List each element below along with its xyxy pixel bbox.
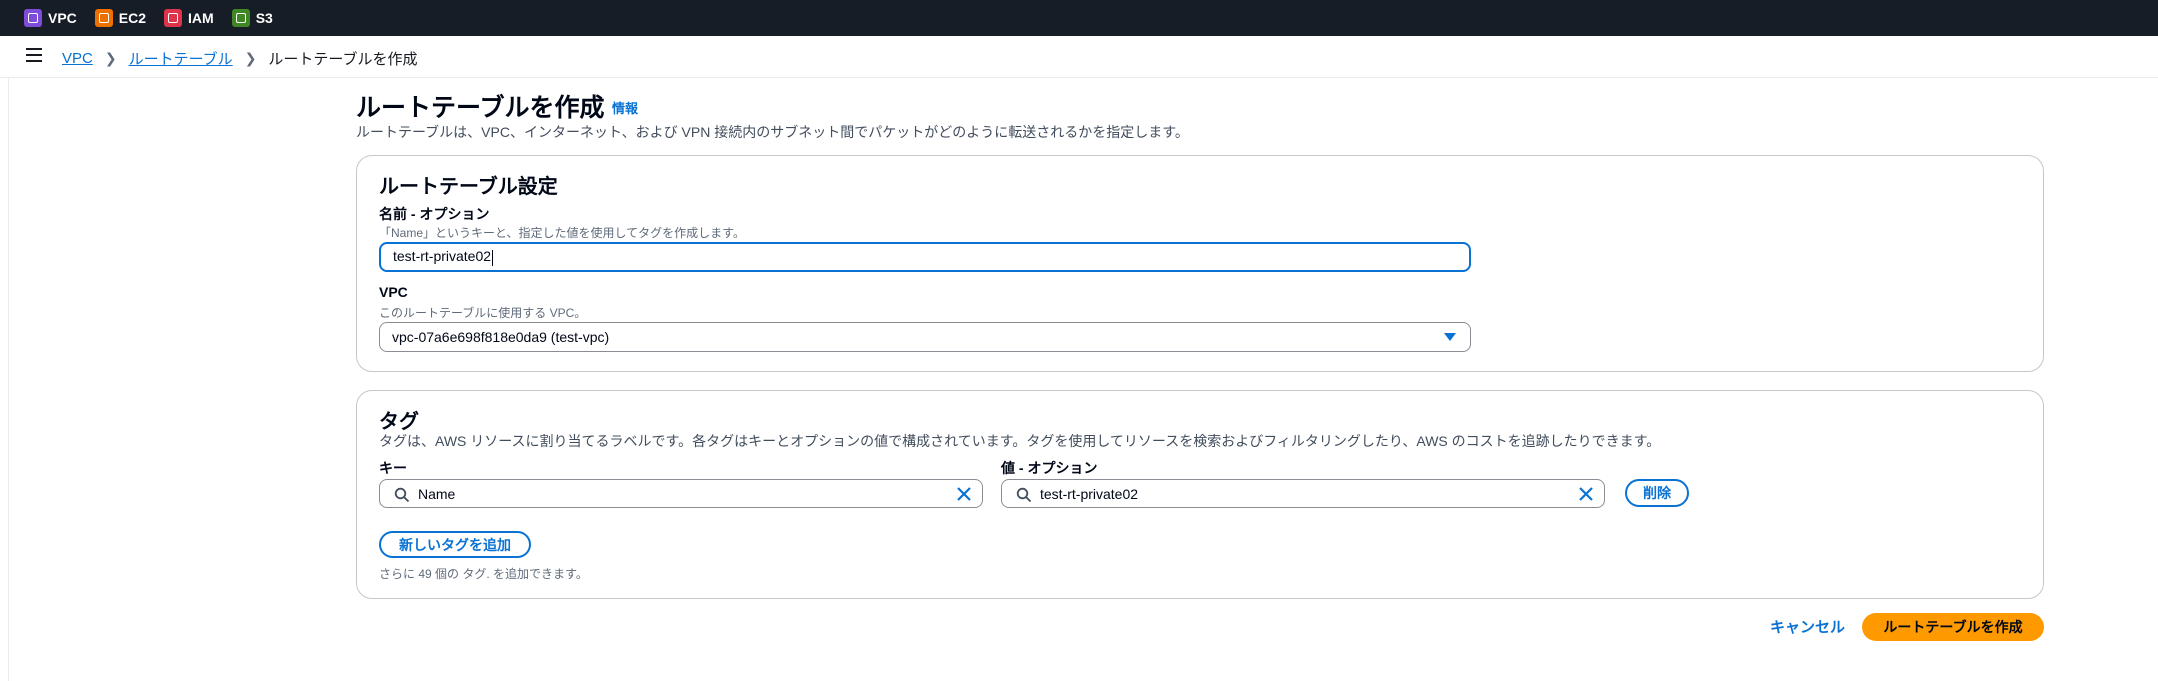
breadcrumb-route-tables-link[interactable]: ルートテーブル [129, 48, 233, 69]
search-icon [1016, 487, 1032, 503]
top-navigation-bar: VPC EC2 IAM S3 [0, 0, 2158, 36]
vpc-icon [24, 9, 42, 27]
service-shortcut-ec2[interactable]: EC2 [94, 9, 147, 27]
page-title: ルートテーブルを作成 [356, 94, 605, 122]
iam-icon [164, 9, 183, 27]
service-label: IAM [188, 10, 214, 26]
breadcrumb-vpc-link[interactable]: VPC [62, 50, 93, 67]
name-input-value: test-rt-private02 [393, 248, 492, 265]
clear-icon[interactable] [1578, 486, 1594, 502]
s3-icon [231, 9, 250, 27]
tags-panel: タグ タグは、AWS リソースに割り当てるラベルです。各タグはキーとオプションの… [356, 390, 2044, 599]
settings-panel-title: ルートテーブル設定 [379, 176, 558, 198]
service-label: VPC [48, 10, 77, 26]
tags-panel-title: タグ [379, 411, 419, 433]
name-field-hint: 「Name」というキーと、指定した値を使用してタグを作成します。 [379, 226, 745, 240]
tag-value-input[interactable]: test-rt-private02 [1001, 479, 1605, 508]
create-route-table-button[interactable]: ルートテーブルを作成 [1862, 613, 2044, 641]
tag-key-input[interactable]: Name [379, 479, 983, 508]
vpc-field-label: VPC [379, 284, 408, 300]
chevron-right-icon: ❯ [104, 50, 117, 66]
clear-icon[interactable] [956, 486, 972, 502]
cancel-button[interactable]: キャンセル [1770, 616, 1845, 637]
name-input[interactable]: test-rt-private02 [379, 242, 1471, 272]
search-icon [394, 487, 410, 503]
tags-description: タグは、AWS リソースに割り当てるラベルです。各タグはキーとオプションの値で構… [379, 433, 1661, 449]
chevron-right-icon: ❯ [244, 50, 257, 66]
service-shortcut-iam[interactable]: IAM [164, 9, 214, 27]
tag-key-label: キー [379, 460, 407, 476]
name-field-label: 名前 - オプション [379, 206, 490, 222]
vpc-select[interactable]: vpc-07a6e698f818e0da9 (test-vpc) [379, 322, 1471, 352]
tags-remaining-text: さらに 49 個の タグ. を追加できます。 [379, 567, 588, 581]
page-description: ルートテーブルは、VPC、インターネット、および VPN 接続内のサブネット間で… [356, 124, 1189, 140]
breadcrumb: VPC ❯ ルートテーブル ❯ ルートテーブルを作成 [62, 48, 418, 69]
ec2-icon [94, 9, 113, 27]
breadcrumb-bar: VPC ❯ ルートテーブル ❯ ルートテーブルを作成 [0, 36, 2158, 78]
route-table-settings-panel: ルートテーブル設定 名前 - オプション 「Name」というキーと、指定した値を… [356, 155, 2044, 372]
info-link[interactable]: 情報 [612, 98, 638, 117]
breadcrumb-current: ルートテーブルを作成 [268, 51, 418, 68]
caret-down-icon [1444, 333, 1456, 341]
side-divider [0, 78, 9, 681]
tag-key-value: Name [418, 485, 456, 502]
tag-value-label: 値 - オプション [1001, 460, 1098, 476]
menu-icon[interactable] [26, 48, 42, 62]
add-new-tag-button[interactable]: 新しいタグを追加 [379, 531, 531, 558]
service-label: EC2 [118, 10, 147, 26]
vpc-field-hint: このルートテーブルに使用する VPC。 [379, 306, 587, 320]
service-shortcut-vpc[interactable]: VPC [24, 9, 77, 27]
service-shortcut-s3[interactable]: S3 [231, 9, 273, 27]
remove-tag-button[interactable]: 削除 [1625, 479, 1689, 507]
service-label: S3 [255, 10, 273, 26]
vpc-select-value: vpc-07a6e698f818e0da9 (test-vpc) [392, 329, 610, 345]
